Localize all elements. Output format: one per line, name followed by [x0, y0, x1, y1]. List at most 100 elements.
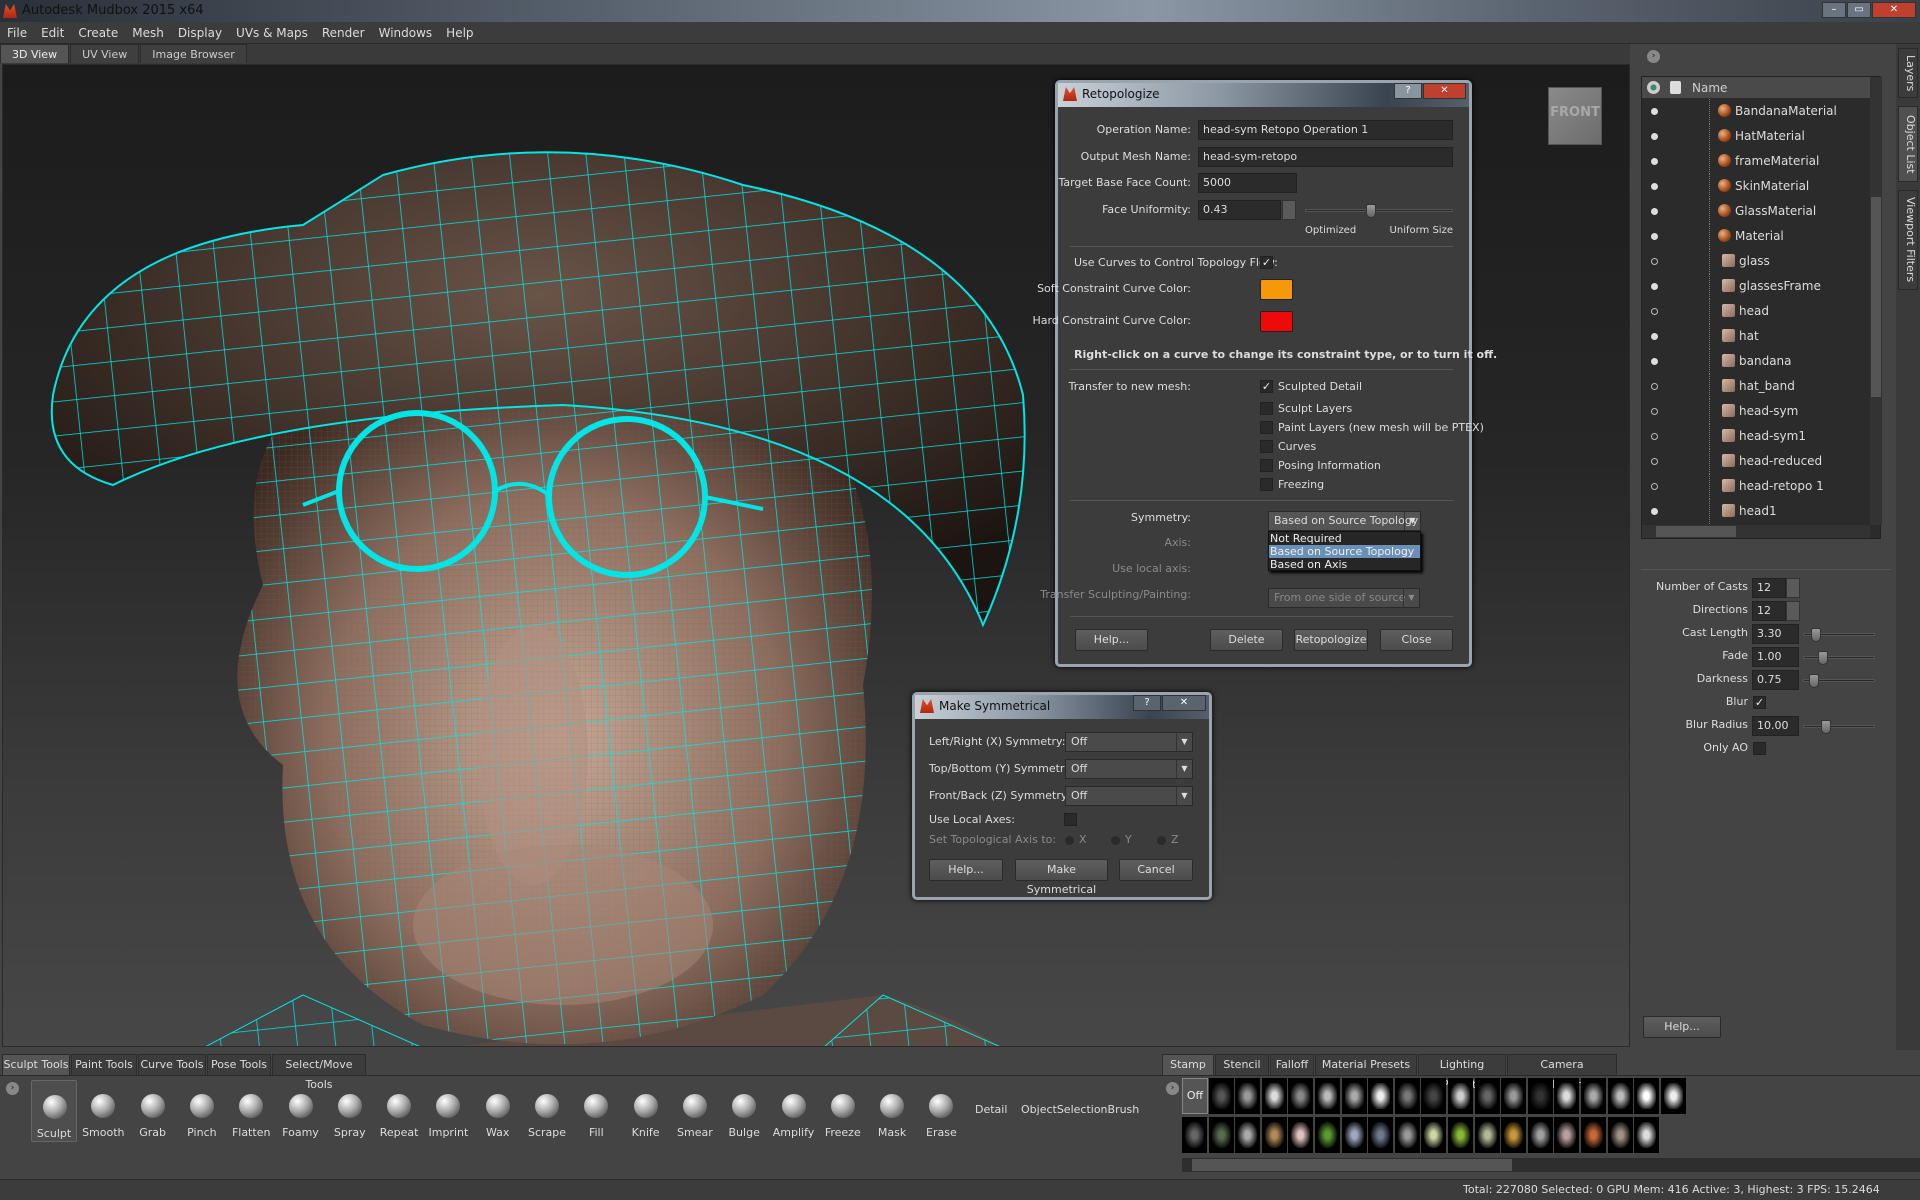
stamp-thumbnail[interactable]: [1315, 1078, 1340, 1114]
hard-constraint-color-swatch[interactable]: [1260, 311, 1293, 332]
object-list-item[interactable]: bandana: [1642, 349, 1870, 374]
maximize-button[interactable]: ▭: [1847, 2, 1871, 18]
scrollbar-thumb[interactable]: [1192, 1159, 1512, 1171]
visibility-dot-icon[interactable]: [1651, 258, 1658, 265]
close-button[interactable]: Close: [1380, 629, 1453, 651]
property-input[interactable]: 3.30: [1752, 624, 1799, 644]
object-list-item[interactable]: BandanaMaterial: [1642, 99, 1870, 124]
tab-curve-tools[interactable]: Curve Tools: [138, 1054, 206, 1075]
stamp-thumbnail[interactable]: [1581, 1078, 1606, 1114]
visibility-dot-icon[interactable]: [1651, 308, 1658, 315]
tab-paint-tools[interactable]: Paint Tools: [71, 1054, 137, 1075]
tab-3d-view[interactable]: 3D View: [0, 44, 70, 63]
stamp-tray-expand-button[interactable]: ›: [1166, 1082, 1179, 1095]
transfer-checkbox[interactable]: [1260, 421, 1273, 434]
stamp-thumbnail[interactable]: [1235, 1078, 1261, 1114]
stamp-thumbnail[interactable]: [1607, 1117, 1633, 1153]
dialog-title-bar[interactable]: Make Symmetrical ? ✕: [915, 695, 1209, 719]
object-list-scrollbar[interactable]: [1870, 77, 1882, 525]
tab-pose-tools[interactable]: Pose Tools: [207, 1054, 271, 1075]
object-list-item[interactable]: head-reduced: [1642, 449, 1870, 474]
stamp-thumbnail[interactable]: [1660, 1078, 1686, 1114]
face-uniformity-spinner[interactable]: [1282, 200, 1296, 220]
symmetry-dropdown[interactable]: Based on Source Topology ▼: [1268, 511, 1421, 531]
visibility-dot-icon[interactable]: [1651, 408, 1658, 415]
output-mesh-name-input[interactable]: head-sym-retopo: [1198, 147, 1453, 167]
visibility-dot-icon[interactable]: [1651, 358, 1658, 365]
object-list-item[interactable]: Material: [1642, 224, 1870, 249]
object-list-item[interactable]: hat_band: [1642, 374, 1870, 399]
stamp-thumbnail[interactable]: [1261, 1117, 1287, 1153]
menu-render[interactable]: Render: [315, 22, 372, 44]
property-checkbox[interactable]: [1753, 742, 1766, 755]
stamp-thumbnail[interactable]: [1261, 1078, 1287, 1114]
expand-panel-button[interactable]: ›: [1647, 50, 1660, 63]
axis-radio-y[interactable]: [1111, 836, 1120, 845]
menu-display[interactable]: Display: [171, 22, 229, 44]
menu-windows[interactable]: Windows: [372, 22, 440, 44]
axis-radio-x[interactable]: [1065, 836, 1074, 845]
object-list-item[interactable]: head1: [1642, 499, 1870, 524]
stamp-thumbnail[interactable]: [1634, 1117, 1660, 1153]
side-tab-viewport-filters[interactable]: Viewport Filters: [1898, 190, 1918, 290]
property-input[interactable]: 10.00: [1752, 716, 1799, 736]
transfer-checkbox[interactable]: [1260, 402, 1273, 415]
view-cube[interactable]: FRONT: [1548, 87, 1602, 145]
menu-uvs-maps[interactable]: UVs & Maps: [229, 22, 315, 44]
visibility-dot-icon[interactable]: [1651, 158, 1658, 165]
tab-select-move-tools[interactable]: Select/Move Tools: [272, 1054, 366, 1091]
retopologize-button[interactable]: Retopologize: [1294, 629, 1368, 651]
operation-name-input[interactable]: head-sym Retopo Operation 1: [1198, 120, 1453, 140]
visibility-dot-icon[interactable]: [1651, 483, 1658, 490]
stamp-thumbnail[interactable]: [1448, 1117, 1473, 1153]
face-uniformity-input[interactable]: 0.43: [1198, 200, 1281, 220]
menu-edit[interactable]: Edit: [34, 22, 71, 44]
object-list-item[interactable]: GlassMaterial: [1642, 199, 1870, 224]
visibility-dot-icon[interactable]: [1651, 283, 1658, 290]
visibility-dot-icon[interactable]: [1651, 383, 1658, 390]
tab-falloff[interactable]: Falloff: [1270, 1054, 1314, 1075]
tool-erase[interactable]: Erase: [918, 1080, 964, 1142]
stamp-thumbnail[interactable]: [1182, 1117, 1207, 1153]
stamp-thumbnail[interactable]: [1235, 1117, 1261, 1153]
help-button[interactable]: Help...: [929, 859, 1003, 881]
object-list-item[interactable]: HatMaterial: [1642, 124, 1870, 149]
visibility-dot-icon[interactable]: [1651, 233, 1658, 240]
symmetry-option[interactable]: Based on Axis: [1269, 558, 1420, 571]
lr-symmetry-dropdown[interactable]: Off ▼: [1065, 732, 1193, 752]
help-button[interactable]: Help...: [1643, 1016, 1721, 1038]
stamp-thumbnail[interactable]: [1421, 1117, 1447, 1153]
tool-object-selection-brush[interactable]: ObjectSelectionBrush: [1021, 1103, 1139, 1116]
dialog-close-button[interactable]: ✕: [1162, 695, 1206, 711]
stamp-thumbnail[interactable]: [1341, 1117, 1367, 1153]
property-input[interactable]: 1.00: [1752, 647, 1799, 667]
tab-lighting-presets[interactable]: Lighting Presets: [1418, 1054, 1506, 1091]
transfer-checkbox[interactable]: ✓: [1260, 380, 1273, 393]
visibility-dot-icon[interactable]: [1651, 508, 1658, 515]
tool-tray-expand-button[interactable]: ›: [6, 1082, 19, 1095]
stamp-thumbnail[interactable]: [1448, 1078, 1473, 1114]
tab-image-browser[interactable]: Image Browser: [140, 44, 247, 63]
axis-radio-z[interactable]: [1157, 836, 1166, 845]
name-column-header[interactable]: Name: [1692, 81, 1727, 95]
fb-symmetry-dropdown[interactable]: Off ▼: [1065, 786, 1193, 806]
stamp-thumbnail[interactable]: [1288, 1078, 1314, 1114]
stamp-thumbnail[interactable]: [1394, 1117, 1420, 1153]
stamp-thumbnail[interactable]: [1581, 1117, 1606, 1153]
tab-uv-view[interactable]: UV View: [70, 44, 140, 63]
slider-handle[interactable]: [1821, 720, 1832, 734]
stamp-thumbnail[interactable]: [1368, 1078, 1394, 1114]
soft-constraint-color-swatch[interactable]: [1260, 279, 1293, 300]
stamp-thumbnail[interactable]: [1394, 1078, 1420, 1114]
stamp-thumbnail[interactable]: [1527, 1117, 1553, 1153]
property-slider[interactable]: [1803, 720, 1875, 734]
make-symmetrical-button[interactable]: Make Symmetrical: [1015, 859, 1108, 896]
slider-handle[interactable]: [1808, 674, 1819, 688]
visibility-dot-icon[interactable]: [1651, 108, 1658, 115]
property-checkbox[interactable]: ✓: [1753, 696, 1766, 709]
delete-button[interactable]: Delete: [1210, 629, 1283, 651]
property-input[interactable]: 12: [1752, 578, 1786, 598]
tab-sculpt-tools[interactable]: Sculpt Tools: [2, 1054, 70, 1075]
spinner-arrows[interactable]: [1786, 601, 1800, 621]
side-tab-object-list[interactable]: Object List: [1898, 106, 1918, 182]
